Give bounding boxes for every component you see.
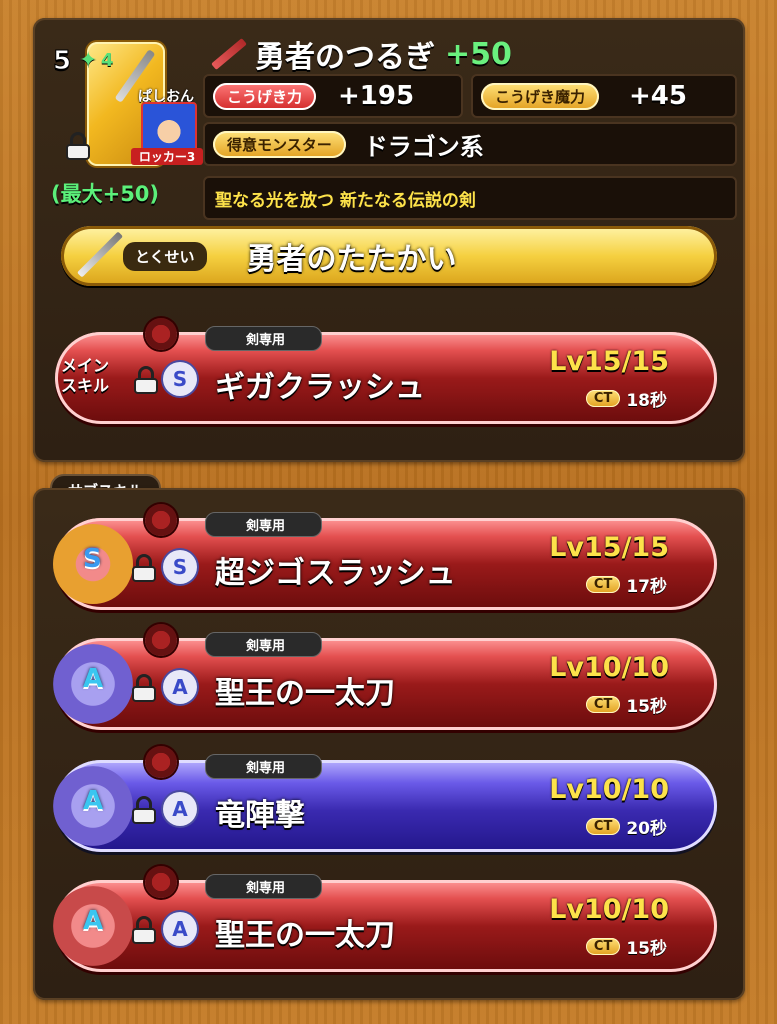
sword-icon	[205, 32, 249, 76]
feather-icon	[145, 746, 177, 778]
attack-label: こうげき力	[213, 82, 317, 110]
skill-level: Lv10/10	[549, 894, 669, 925]
skill-rank-letter: A	[83, 664, 104, 694]
feather-icon	[145, 624, 177, 656]
weapon-title: 勇者のつるぎ +50	[205, 32, 512, 76]
skill-rank-letter: A	[83, 786, 104, 816]
magic-label: こうげき魔力	[481, 82, 600, 110]
ct-label: CT	[585, 938, 621, 955]
monster-value: ドラゴン系	[363, 132, 484, 161]
weapon-name: 勇者のつるぎ	[255, 40, 435, 75]
lock-icon[interactable]	[131, 796, 157, 824]
ct-label: CT	[585, 696, 621, 713]
skill-rank-badge: A	[163, 912, 197, 946]
main-skill-label: メイン スキル	[61, 356, 109, 396]
skill-ct: CT 17秒	[585, 572, 667, 597]
skill-name: 超ジゴスラッシュ	[215, 556, 456, 591]
ct-label: CT	[585, 576, 621, 593]
weapon-rank: 5	[52, 46, 72, 77]
skill-tag: 剣専用	[205, 632, 323, 657]
skill-level: Lv15/15	[549, 346, 669, 377]
skill-tag: 剣専用	[205, 874, 323, 899]
main-skill-bar[interactable]: 剣専用 メイン スキル S ギガクラッシュ Lv15/15 CT 18秒	[55, 318, 717, 424]
lock-icon[interactable]	[133, 366, 159, 394]
weapon-rank-sub: 4	[101, 50, 114, 71]
sword-icon	[71, 227, 129, 285]
lock-icon[interactable]	[65, 132, 91, 160]
monster-label: 得意モンスター	[213, 130, 346, 158]
sub-skill-2[interactable]: A 剣専用 A 聖王の一太刀 Lv10/10 CT 15秒	[53, 624, 717, 730]
skill-ct: CT 18秒	[585, 386, 667, 411]
skill-tag: 剣専用	[205, 754, 323, 779]
avatar	[141, 102, 197, 152]
monster-stat: 得意モンスター ドラゴン系	[203, 122, 737, 166]
ct-value: 17秒	[626, 577, 667, 597]
max-plus-text: (最大+50)	[51, 182, 160, 206]
skill-level: Lv10/10	[549, 652, 669, 683]
skill-rank-letter: A	[83, 906, 104, 936]
ct-value: 15秒	[626, 939, 667, 959]
weapon-description: 聖なる光を放つ 新たなる伝説の剣	[215, 190, 476, 211]
skill-ct: CT 15秒	[585, 692, 667, 717]
skill-name: 聖王の一太刀	[215, 676, 395, 711]
sub-skill-1[interactable]: S 剣専用 S 超ジゴスラッシュ Lv15/15 CT 17秒	[53, 504, 717, 610]
skill-tag: 剣専用	[205, 326, 323, 351]
skill-rank-badge: S	[163, 362, 197, 396]
main-skill-label-line2: スキル	[61, 376, 110, 395]
sub-skill-3[interactable]: A 剣専用 A 竜陣撃 Lv10/10 CT 20秒	[53, 746, 717, 852]
skill-rank-letter: S	[83, 544, 102, 574]
trait-name: 勇者のたたかい	[246, 242, 457, 277]
trait-label: とくせい	[123, 241, 207, 271]
skill-tag: 剣専用	[205, 512, 323, 537]
sub-skill-4[interactable]: A 剣専用 A 聖王の一太刀 Lv10/10 CT 15秒	[53, 866, 717, 972]
skill-rank-badge: A	[163, 792, 197, 826]
feather-icon	[145, 318, 177, 350]
skill-level: Lv10/10	[549, 774, 669, 805]
description-row: 聖なる光を放つ 新たなる伝説の剣	[203, 176, 737, 220]
magic-stat: こうげき魔力 +45	[471, 74, 737, 118]
skill-rank-badge: A	[163, 670, 197, 704]
ct-label: CT	[585, 390, 621, 407]
lock-icon[interactable]	[131, 674, 157, 702]
feather-icon	[145, 504, 177, 536]
skill-level: Lv15/15	[549, 532, 669, 563]
skill-ct: CT 15秒	[585, 934, 667, 959]
trait-bar[interactable]: とくせい 勇者のたたかい	[61, 226, 717, 286]
lock-icon[interactable]	[131, 554, 157, 582]
attack-stat: こうげき力 +195	[203, 74, 463, 118]
locker-info: ぱしおん ロッカー3	[131, 86, 203, 165]
skill-ct: CT 20秒	[585, 814, 667, 839]
weapon-plus: +50	[445, 36, 512, 72]
feather-icon	[145, 866, 177, 898]
ct-label: CT	[585, 818, 621, 835]
rank-star-icon: ✦	[79, 48, 98, 73]
ct-value: 18秒	[626, 391, 667, 411]
skill-name: ギガクラッシュ	[215, 370, 425, 405]
weapon-detail-panel: 5 ✦ 4 ぱしおん ロッカー3 (最大+50) 勇者のつるぎ +50 こうげき…	[33, 18, 745, 462]
skill-rank-badge: S	[163, 550, 197, 584]
magic-value: +45	[629, 81, 687, 111]
main-skill-label-line1: メイン	[61, 356, 110, 375]
lock-icon[interactable]	[131, 916, 157, 944]
ct-value: 20秒	[626, 819, 667, 839]
skill-name: 聖王の一太刀	[215, 918, 395, 953]
attack-value: +195	[338, 81, 415, 111]
skill-name: 竜陣撃	[215, 798, 305, 833]
ct-value: 15秒	[626, 697, 667, 717]
locker-label: ロッカー3	[131, 148, 203, 165]
